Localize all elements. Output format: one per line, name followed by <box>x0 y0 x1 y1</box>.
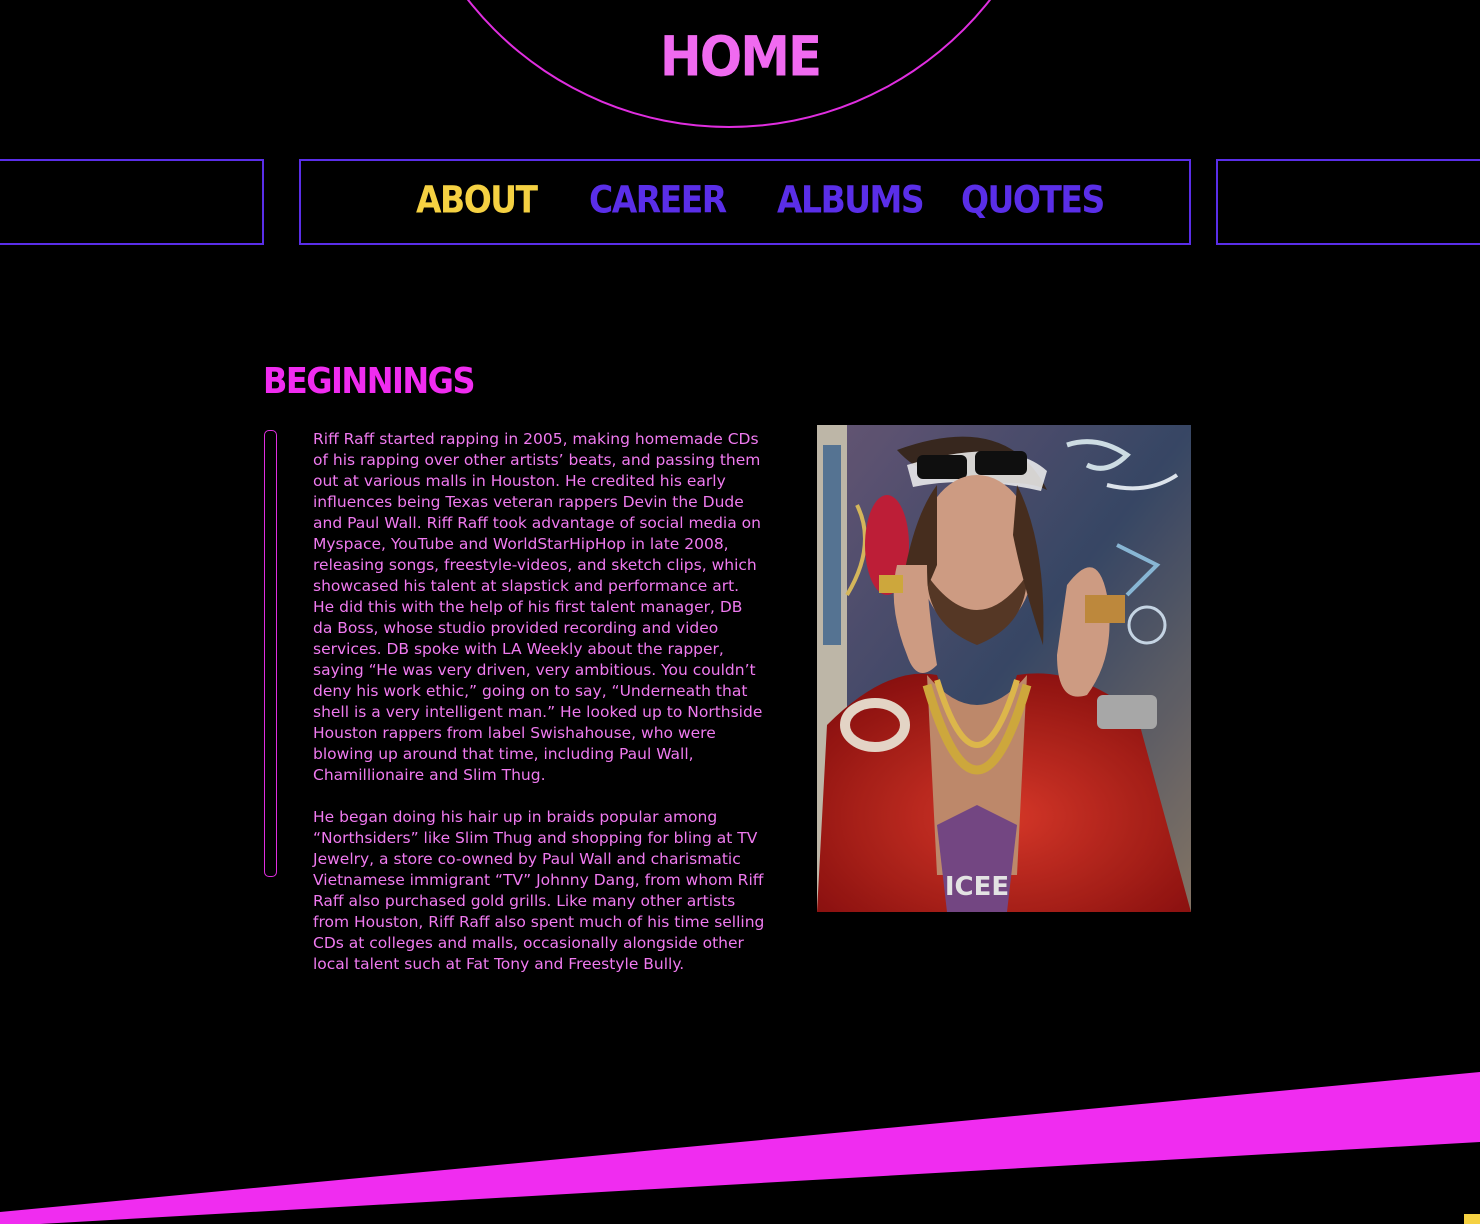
home-link[interactable]: HOME <box>0 25 1480 89</box>
nav-item-career[interactable]: CAREER <box>589 178 727 222</box>
nav-frame-right <box>1216 159 1480 245</box>
side-scroll-bar[interactable] <box>264 430 277 877</box>
nav-item-quotes[interactable]: QUOTES <box>961 178 1105 222</box>
paragraph-2: He began doing his hair up in braids pop… <box>313 808 765 973</box>
nav-frame-left <box>0 159 264 245</box>
artist-photo: ICEE <box>817 425 1191 912</box>
nav-item-albums[interactable]: ALBUMS <box>777 178 925 222</box>
corner-accent <box>1464 1214 1480 1224</box>
section-title: BEGINNINGS <box>263 360 475 402</box>
article-body: Riff Raff started rapping in 2005, makin… <box>313 429 765 975</box>
nav-item-about[interactable]: ABOUT <box>416 178 538 222</box>
paragraph-1: Riff Raff started rapping in 2005, makin… <box>313 430 763 784</box>
